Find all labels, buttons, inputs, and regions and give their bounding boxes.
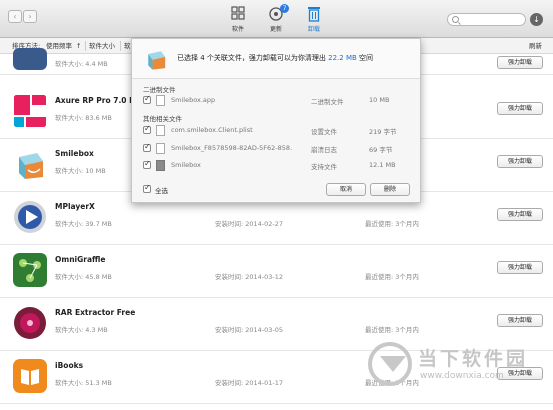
app-name: OmniGraffle xyxy=(55,255,106,264)
file-row: Smilebox 支持文件 12.1 MB xyxy=(143,159,413,172)
search-input[interactable] xyxy=(462,15,522,25)
app-size: 软件大小: 51.3 MB xyxy=(55,379,112,387)
uninstall-button[interactable]: 强力卸载 xyxy=(497,155,543,168)
app-file-icon xyxy=(156,95,165,106)
download-icon[interactable]: ↓ xyxy=(530,13,543,26)
tab-uninstall-label: 卸载 xyxy=(307,26,320,33)
file-type: 设置文件 xyxy=(311,128,337,136)
uninstall-button[interactable]: 强力卸载 xyxy=(497,261,543,274)
search-box[interactable] xyxy=(447,13,526,26)
document-icon xyxy=(156,125,165,136)
install-date: 安装时间: 2014-02-27 xyxy=(215,220,284,228)
recent-use: 最近使用: 3个月内 xyxy=(365,326,419,334)
watermark-logo-icon xyxy=(368,342,412,386)
recent-use: 最近使用: 3个月内 xyxy=(365,220,419,228)
uninstall-button[interactable]: 强力卸载 xyxy=(497,208,543,221)
update-icon: 7 xyxy=(259,4,293,23)
list-item: OmniGraffle 软件大小: 45.8 MB 安装时间: 2014-03-… xyxy=(0,245,553,298)
popup-footer: 全选 取消 删除 xyxy=(132,182,420,202)
app-size: 软件大小: 39.7 MB xyxy=(55,220,112,228)
section-other-files: 其他相关文件 xyxy=(143,115,182,123)
file-name: Smilebox_F8578598-82AD-5F62-858… xyxy=(171,144,293,152)
file-row: com.smilebox.Client.plist 设置文件 219 字节 xyxy=(143,124,413,137)
popup-header: 已选择 4 个关联文件，强力卸载可以为你清理出 22.2 MB 空间 xyxy=(132,39,420,79)
document-icon xyxy=(156,143,165,154)
file-size: 12.1 MB xyxy=(369,161,396,169)
tab-software-label: 软件 xyxy=(231,26,244,33)
file-size: 219 字节 xyxy=(369,128,397,136)
app-name: iBooks xyxy=(55,361,84,370)
rar-extractor-app-icon xyxy=(13,306,47,340)
install-date: 安装时间: 2014-03-05 xyxy=(215,326,284,334)
watermark: 当下软件园 www.downxia.com xyxy=(368,338,548,398)
file-checkbox[interactable] xyxy=(143,94,151,104)
file-checkbox[interactable] xyxy=(143,159,151,169)
app-size: 软件大小: 4.4 MB xyxy=(55,60,108,68)
app-name: MPlayerX xyxy=(55,202,95,211)
file-type: 二进制文件 xyxy=(311,98,344,106)
mplayerx-app-icon xyxy=(13,200,47,234)
forward-button[interactable]: › xyxy=(23,10,37,23)
file-checkbox[interactable] xyxy=(143,142,151,152)
file-name: Smilebox xyxy=(171,161,201,169)
uninstall-confirm-popup: 已选择 4 个关联文件，强力卸载可以为你清理出 22.2 MB 空间 二进制文件… xyxy=(131,38,421,203)
toolbar: ‹ › 软件 7 更新 卸载 ↓ xyxy=(0,0,553,38)
omnigraffle-app-icon xyxy=(13,253,47,287)
grid-icon xyxy=(221,5,255,23)
app-size: 软件大小: 4.3 MB xyxy=(55,326,108,334)
trash-icon xyxy=(297,5,331,23)
uninstall-button[interactable]: 强力卸载 xyxy=(497,314,543,327)
smilebox-app-icon xyxy=(13,147,47,181)
folder-icon xyxy=(156,160,165,171)
watermark-url: www.downxia.com xyxy=(420,371,504,381)
select-all-label: 全选 xyxy=(155,187,168,195)
message-text: 已选择 4 个关联文件，强力卸载可以为你清理出 xyxy=(177,54,326,62)
smilebox-app-icon xyxy=(144,47,168,71)
back-button[interactable]: ‹ xyxy=(8,10,22,23)
watermark-title: 当下软件园 xyxy=(418,348,529,370)
app-name: RAR Extractor Free xyxy=(55,308,136,317)
tab-uninstall[interactable]: 卸载 xyxy=(297,5,331,33)
tab-updates[interactable]: 7 更新 xyxy=(259,4,293,33)
ibooks-app-icon xyxy=(13,359,47,393)
app-icon xyxy=(13,48,47,70)
clean-size: 22.2 MB xyxy=(328,54,357,62)
axure-app-icon xyxy=(13,94,47,128)
update-count-badge: 7 xyxy=(280,4,289,13)
uninstall-button[interactable]: 强力卸载 xyxy=(497,102,543,115)
file-name: Smilebox.app xyxy=(171,96,216,104)
file-row: Smilebox_F8578598-82AD-5F62-858… 崩溃日志 69… xyxy=(143,142,413,155)
install-date: 安装时间: 2014-01-17 xyxy=(215,379,284,387)
section-binary-files: 二进制文件 xyxy=(143,86,176,94)
file-size: 10 MB xyxy=(369,96,390,104)
file-checkbox[interactable] xyxy=(143,124,151,134)
delete-button[interactable]: 删除 xyxy=(370,183,410,196)
install-date: 安装时间: 2014-03-12 xyxy=(215,273,284,281)
uninstall-button[interactable]: 强力卸载 xyxy=(497,56,543,69)
app-size: 软件大小: 45.8 MB xyxy=(55,273,112,281)
app-size: 软件大小: 10 MB xyxy=(55,167,106,175)
tab-updates-label: 更新 xyxy=(269,26,282,33)
select-all-checkbox[interactable] xyxy=(143,183,151,193)
file-size: 69 字节 xyxy=(369,146,393,154)
app-name: Smilebox xyxy=(55,149,94,158)
recent-use: 最近使用: 3个月内 xyxy=(365,273,419,281)
file-type: 支持文件 xyxy=(311,163,337,171)
file-type: 崩溃日志 xyxy=(311,146,337,154)
file-row: Smilebox.app 二进制文件 10 MB xyxy=(143,94,413,107)
file-name: com.smilebox.Client.plist xyxy=(171,126,253,134)
cancel-button[interactable]: 取消 xyxy=(326,183,366,196)
search-icon xyxy=(452,16,459,23)
tab-software[interactable]: 软件 xyxy=(221,5,255,33)
popup-message: 已选择 4 个关联文件，强力卸载可以为你清理出 22.2 MB 空间 xyxy=(177,53,373,63)
message-suffix: 空间 xyxy=(359,54,374,62)
app-size: 软件大小: 83.6 MB xyxy=(55,114,112,122)
